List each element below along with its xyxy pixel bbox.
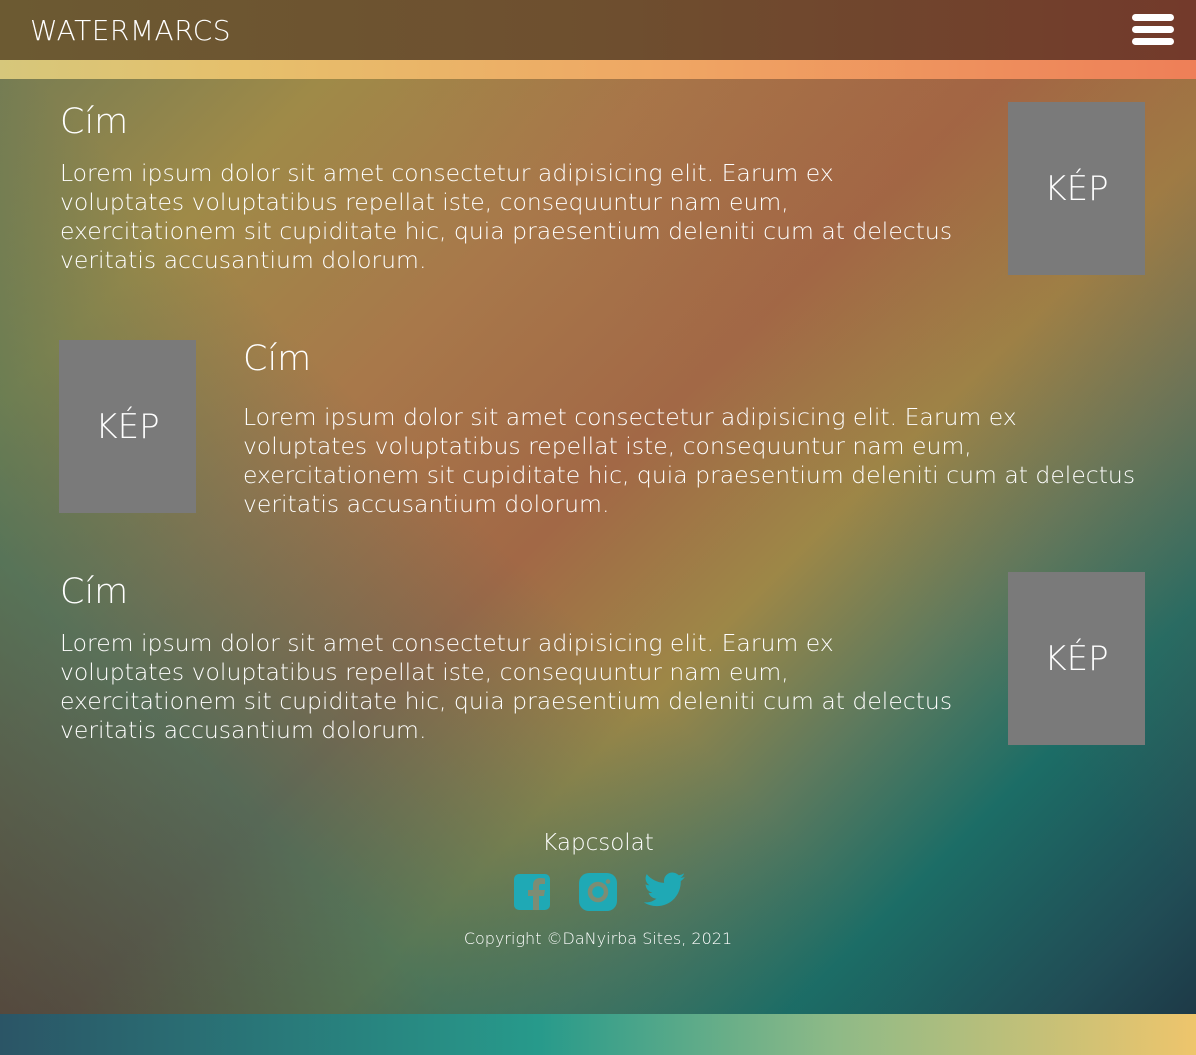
top-navbar: WATERMARCS: [0, 0, 1196, 60]
header-accent-stripe: [0, 60, 1196, 79]
brand-logo[interactable]: WATERMARCS: [30, 14, 231, 47]
hamburger-line: [1132, 26, 1174, 33]
hamburger-line: [1132, 38, 1174, 45]
section-title: Cím: [60, 572, 129, 612]
footer-contact-title: Kapcsolat: [542, 830, 654, 856]
section-text: Lorem ipsum dolor sit amet consectetur a…: [60, 629, 953, 744]
image-placeholder: KÉP: [59, 340, 196, 513]
section-text: Lorem ipsum dolor sit amet consectetur a…: [243, 403, 1136, 518]
section-text: Lorem ipsum dolor sit amet consectetur a…: [60, 159, 953, 274]
section-title: Cím: [60, 102, 129, 142]
twitter-icon[interactable]: [643, 872, 686, 912]
section-title: Cím: [243, 339, 312, 379]
copyright-text: Copyright ©DaNyirba Sites, 2021: [463, 929, 733, 948]
instagram-icon[interactable]: [578, 872, 618, 912]
hamburger-menu-icon[interactable]: [1132, 14, 1174, 46]
image-placeholder: KÉP: [1008, 102, 1145, 275]
hamburger-line: [1132, 14, 1174, 21]
facebook-icon[interactable]: [512, 872, 552, 912]
footer-accent-stripe: [0, 1014, 1196, 1055]
social-links: [0, 872, 1196, 916]
image-placeholder: KÉP: [1008, 572, 1145, 745]
